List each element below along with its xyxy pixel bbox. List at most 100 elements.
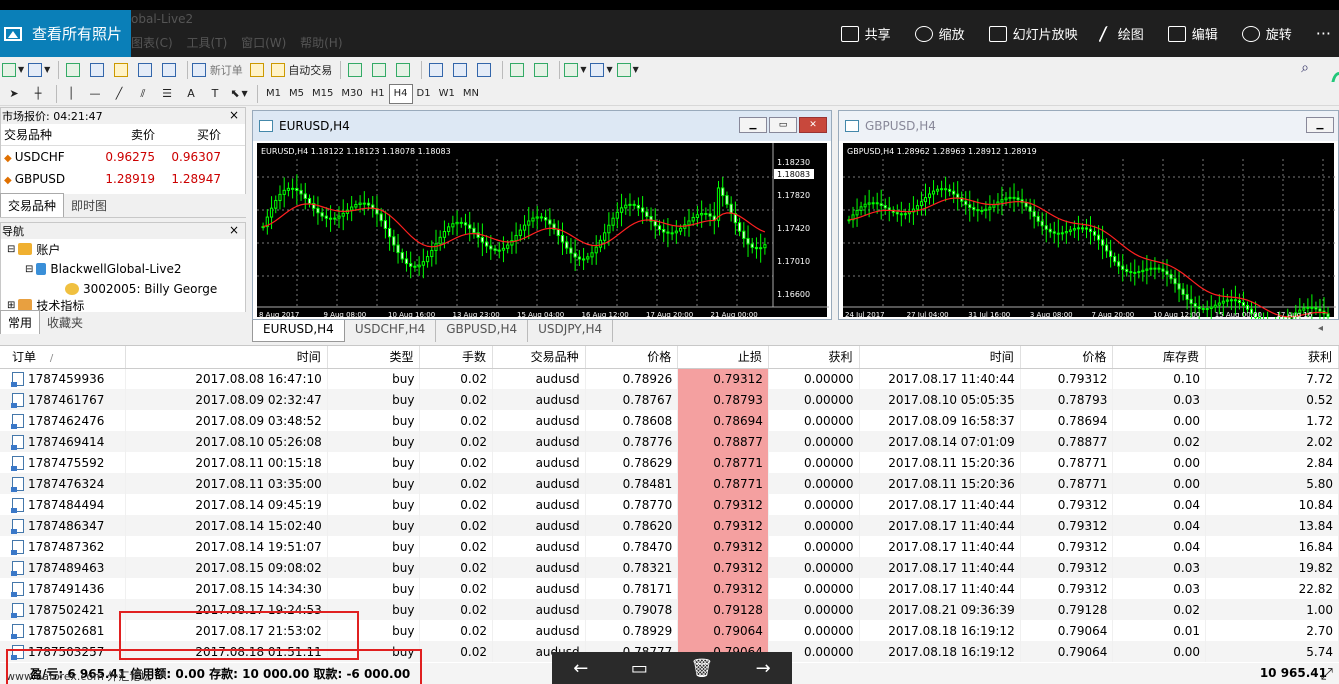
header-bid[interactable]: 卖价 [95, 126, 155, 143]
close-icon[interactable]: ✕ [799, 117, 827, 133]
col-close-price[interactable]: 价格 [1020, 346, 1114, 369]
chart-shift-button[interactable] [531, 60, 551, 80]
tab-tick-chart[interactable]: 即时图 [64, 194, 114, 217]
table-row[interactable]: 1787487362 2017.08.14 19:51:07 buy 0.02 audu… [0, 536, 1339, 557]
table-row[interactable]: 1787461767 2017.08.09 02:32:47 buy 0.02 audu… [0, 389, 1339, 410]
chart-window-gbpusd[interactable]: GBPUSD,H4 ▁ GBPUSD,H4 1.28962 1.28963 1.… [838, 110, 1339, 320]
col-take-profit[interactable]: 获利 [768, 346, 860, 369]
tab-favorites[interactable]: 收藏夹 [40, 311, 90, 334]
new-chart-button[interactable]: ▼ [2, 60, 24, 80]
minimize-icon[interactable]: ▁ [1306, 117, 1334, 133]
col-close-time[interactable]: 时间 [859, 346, 1021, 369]
terminal-button[interactable] [135, 60, 155, 80]
table-row[interactable]: 1787475592 2017.08.11 00:15:18 buy 0.02 audu… [0, 452, 1339, 473]
zoom-out-button[interactable] [450, 60, 470, 80]
close-icon[interactable]: × [229, 223, 239, 237]
bar-chart-button[interactable] [345, 60, 365, 80]
collapse-icon[interactable]: ⊟ [7, 244, 15, 255]
table-row[interactable]: 1787469414 2017.08.10 05:26:08 buy 0.02 audu… [0, 431, 1339, 452]
tree-item-account[interactable]: 3002005: Billy George [1, 279, 245, 299]
edit-button[interactable]: 编辑 [1167, 24, 1218, 43]
fibonacci-button[interactable]: ☰ [157, 84, 177, 104]
metaeditor-button[interactable] [247, 60, 267, 80]
market-row[interactable]: ◆ GBPUSD 1.28919 1.28947 [1, 168, 245, 190]
tester-button[interactable] [159, 60, 179, 80]
expand-icon[interactable]: ⤢ [1320, 664, 1333, 684]
tf-m15[interactable]: M15 [308, 84, 337, 104]
tf-mn[interactable]: MN [459, 84, 483, 104]
market-row[interactable]: ◆ USDCHF 0.96275 0.96307 [1, 146, 245, 168]
cursor-button[interactable]: ➤ [4, 84, 24, 104]
tab-gbpusd[interactable]: GBPUSD,H4 [436, 320, 529, 342]
crosshair-button[interactable]: ┼ [28, 84, 48, 104]
tab-usdchf[interactable]: USDCHF,H4 [345, 320, 437, 342]
search-icon[interactable]: ⌕ [1301, 60, 1309, 76]
share-button[interactable]: 共享 [840, 24, 891, 43]
rotate-button[interactable]: 旋转 [1241, 24, 1292, 43]
previous-arrow-icon[interactable]: ← [573, 658, 588, 679]
header-symbol[interactable]: 交易品种 [1, 126, 95, 143]
tab-common[interactable]: 常用 [0, 310, 41, 334]
auto-trading-button[interactable]: 自动交易 [270, 60, 332, 80]
tf-h4[interactable]: H4 [388, 83, 413, 104]
tab-usdjpy[interactable]: USDJPY,H4 [528, 320, 614, 342]
next-arrow-icon[interactable]: → [756, 658, 771, 679]
delete-icon[interactable]: 🗑 [690, 658, 713, 679]
periods-button[interactable]: ▼ [590, 60, 613, 80]
table-row[interactable]: 1787489463 2017.08.15 09:08:02 buy 0.02 audu… [0, 557, 1339, 578]
chart-title-bar[interactable]: GBPUSD,H4 [839, 111, 1338, 141]
autoscroll-button[interactable] [507, 60, 527, 80]
data-window-button[interactable] [87, 60, 107, 80]
tab-symbols[interactable]: 交易品种 [0, 193, 65, 217]
tf-m30[interactable]: M30 [337, 84, 366, 104]
market-watch-button[interactable] [63, 60, 83, 80]
col-open-price[interactable]: 价格 [585, 346, 679, 369]
profiles-button[interactable]: ▼ [28, 60, 50, 80]
line-chart-button[interactable] [393, 60, 413, 80]
navigator-button[interactable] [111, 60, 131, 80]
chart-canvas[interactable]: GBPUSD,H4 1.28962 1.28963 1.28912 1.2891… [843, 143, 1336, 319]
vertical-line-button[interactable]: │ [61, 84, 81, 104]
tab-eurusd[interactable]: EURUSD,H4 [252, 320, 345, 342]
gbpusd-candles[interactable]: GBPUSD,H4 1.28962 1.28963 1.28912 1.2891… [843, 143, 1336, 319]
draw-button[interactable]: 绘图 [1097, 24, 1144, 43]
zoom-button[interactable]: 缩放 [914, 24, 965, 43]
table-row[interactable]: 1787491436 2017.08.15 14:34:30 buy 0.02 audu… [0, 578, 1339, 599]
arrows-button[interactable]: ⬉ ▼ [229, 84, 249, 104]
frame-icon[interactable]: ▭ [631, 658, 648, 679]
candlestick-button[interactable] [369, 60, 389, 80]
col-stop-loss[interactable]: 止损 [677, 346, 769, 369]
table-row[interactable]: 1787462476 2017.08.09 03:48:52 buy 0.02 audu… [0, 410, 1339, 431]
table-row[interactable]: 1787486347 2017.08.14 15:02:40 buy 0.02 audu… [0, 515, 1339, 536]
table-row[interactable]: 1787484494 2017.08.14 09:45:19 buy 0.02 audu… [0, 494, 1339, 515]
col-lots[interactable]: 手数 [419, 346, 493, 369]
col-symbol[interactable]: 交易品种 [492, 346, 586, 369]
tf-m1[interactable]: M1 [262, 84, 285, 104]
col-type[interactable]: 类型 [327, 346, 421, 369]
expand-icon[interactable]: ⊞ [7, 300, 15, 311]
maximize-icon[interactable]: ▭ [769, 117, 797, 133]
templates-button[interactable]: ▼ [616, 60, 639, 80]
col-swap[interactable]: 库存费 [1112, 346, 1207, 369]
trendline-button[interactable]: ╱ [109, 84, 129, 104]
tf-w1[interactable]: W1 [435, 84, 459, 104]
header-ask[interactable]: 买价 [155, 126, 225, 143]
col-open-time[interactable]: 时间 [125, 346, 328, 369]
text-tool-button[interactable]: A [181, 84, 201, 104]
more-button[interactable]: ··· [1316, 24, 1331, 43]
horizontal-line-button[interactable]: — [85, 84, 105, 104]
eurusd-candles[interactable]: EURUSD,H4 1.18122 1.18123 1.18078 1.1808… [257, 143, 829, 319]
table-row[interactable]: 1787459936 2017.08.08 16:47:10 buy 0.02 audu… [0, 368, 1339, 389]
new-order-button[interactable]: 新订单 [192, 60, 243, 80]
scroll-right-icon[interactable]: ◂ [1318, 323, 1323, 334]
slideshow-button[interactable]: 幻灯片放映 [988, 24, 1078, 43]
text-label-button[interactable]: T [205, 84, 225, 104]
tile-windows-button[interactable] [474, 60, 494, 80]
channel-button[interactable]: ⫽ [133, 84, 153, 104]
tf-h1[interactable]: H1 [367, 84, 389, 104]
close-icon[interactable]: × [229, 108, 239, 122]
col-profit[interactable]: 获利 [1205, 346, 1339, 369]
tf-m5[interactable]: M5 [285, 84, 308, 104]
zoom-in-button[interactable] [426, 60, 446, 80]
view-all-photos-button[interactable]: 查看所有照片 [0, 10, 131, 57]
